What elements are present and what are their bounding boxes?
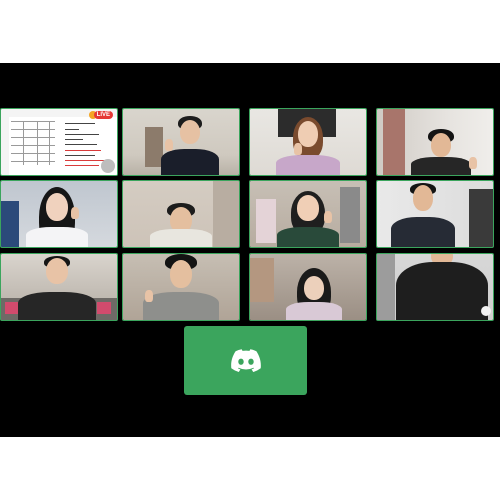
- participant-video-tile[interactable]: [249, 108, 367, 176]
- discord-logo-icon: [230, 349, 261, 372]
- participant-video-tile[interactable]: [376, 180, 494, 248]
- screen-share-tile[interactable]: LIVE: [0, 108, 118, 176]
- participant-video-tile[interactable]: [122, 180, 240, 248]
- participant-video-tile[interactable]: [122, 253, 240, 321]
- participant-video-tile[interactable]: [376, 253, 494, 321]
- presenter-camera-icon: [101, 159, 115, 173]
- participant-video-tile[interactable]: [249, 253, 367, 321]
- discord-button[interactable]: [184, 326, 307, 395]
- participant-video-tile[interactable]: [0, 180, 118, 248]
- participant-video-tile[interactable]: [0, 253, 118, 321]
- participant-video-tile[interactable]: [376, 108, 494, 176]
- participant-video-tile[interactable]: [249, 180, 367, 248]
- live-badge: LIVE: [93, 111, 113, 119]
- participant-video-tile[interactable]: [122, 108, 240, 176]
